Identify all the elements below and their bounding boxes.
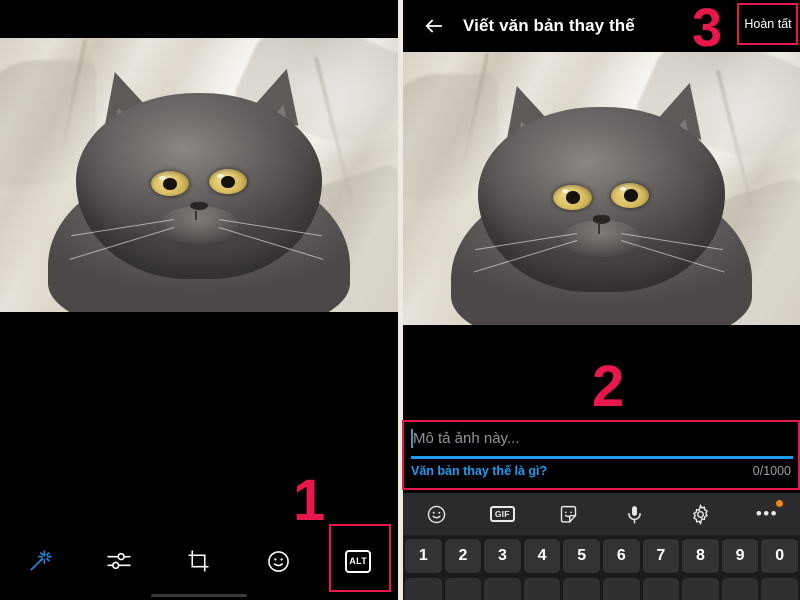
adjust-sliders-button[interactable] [80, 530, 160, 592]
cat-pupil [163, 177, 178, 191]
sticker-emoji-icon [268, 550, 289, 572]
system-nav-hint [0, 592, 398, 600]
adjust-sliders-icon [107, 552, 132, 570]
cat-eye-right [208, 169, 248, 195]
back-arrow-icon[interactable] [423, 15, 445, 37]
keyboard-number-row: 1234567890 [405, 539, 798, 573]
more-options-button[interactable]: ••• [734, 493, 800, 535]
annotation-box-alt-input [402, 420, 800, 490]
magic-wand-icon [30, 550, 52, 571]
keyboard-key-1[interactable]: 1 [405, 539, 442, 573]
crop-button[interactable] [159, 530, 239, 592]
cat-eye-glint [217, 173, 224, 178]
photo-preview-left[interactable] [0, 38, 398, 312]
keyboard-key[interactable] [563, 578, 600, 600]
emoji-button[interactable] [403, 493, 469, 535]
sticker-icon [560, 505, 577, 523]
keyboard-key-6[interactable]: 6 [602, 539, 640, 573]
keyboard-second-row [405, 578, 798, 600]
keyboard-toolbar: GIF ••• [403, 493, 800, 535]
keyboard-key-8[interactable]: 8 [682, 539, 719, 573]
magic-wand-button[interactable] [0, 530, 80, 592]
screenshot-root: ALT Viết văn bản thay thế Mô tả ảnh này.… [0, 0, 800, 600]
annotation-step-3: 3 [692, 0, 723, 58]
keyboard-key-4[interactable]: 4 [523, 539, 561, 573]
cat-muzzle [159, 206, 239, 244]
cat-head [473, 106, 725, 293]
annotation-step-2: 2 [592, 354, 625, 419]
keyboard-key[interactable] [682, 578, 719, 600]
keyboard-key[interactable] [484, 578, 521, 600]
keyboard-key-0[interactable]: 0 [761, 539, 798, 573]
gear-settings-icon [693, 503, 709, 525]
keyboard-key-2[interactable]: 2 [444, 539, 482, 573]
gif-button[interactable]: GIF [469, 493, 535, 535]
cat-nose [592, 215, 611, 224]
keyboard-key[interactable] [523, 578, 561, 600]
cat-eye-right [611, 182, 650, 208]
keyboard-key[interactable] [602, 578, 640, 600]
cat-pupil [623, 189, 638, 202]
microphone-icon [628, 505, 641, 523]
cat-eye-left [553, 184, 592, 210]
microphone-button[interactable] [602, 493, 668, 535]
cat-mouth [195, 211, 198, 221]
cat-eye-glint [159, 175, 166, 180]
gif-icon: GIF [489, 506, 515, 522]
keyboard-key-5[interactable]: 5 [563, 539, 600, 573]
notification-badge-icon [776, 500, 784, 507]
left-phone-panel: ALT [0, 0, 398, 600]
keyboard-key[interactable] [761, 578, 798, 600]
keyboard-key-9[interactable]: 9 [721, 539, 759, 573]
keyboard-key[interactable] [405, 578, 442, 600]
cat-muzzle [562, 219, 641, 257]
photo-preview-right[interactable] [403, 52, 800, 325]
onscreen-keyboard: 1234567890 [403, 535, 800, 600]
cat-eye-left [150, 171, 190, 197]
keyboard-key[interactable] [642, 578, 680, 600]
more-options-icon: ••• [755, 504, 778, 523]
cat-pupil [221, 175, 236, 189]
annotation-step-1: 1 [293, 468, 326, 533]
cat-pupil [566, 191, 580, 204]
keyboard-settings-button[interactable] [668, 493, 734, 535]
page-title: Viết văn bản thay thế [463, 16, 635, 35]
annotation-box-alt-button [329, 524, 391, 592]
keyboard-key-7[interactable]: 7 [642, 539, 680, 573]
crop-icon [188, 549, 210, 572]
home-indicator [151, 594, 247, 597]
keyboard-key[interactable] [721, 578, 759, 600]
keyboard-key-3[interactable]: 3 [484, 539, 521, 573]
emoji-smiley-icon [427, 505, 445, 523]
annotation-box-done-button [737, 3, 798, 45]
sticker-emoji-button[interactable] [239, 530, 319, 592]
sticker-button[interactable] [535, 493, 601, 535]
keyboard-key[interactable] [444, 578, 482, 600]
cat-head [70, 92, 323, 280]
cat-mouth [597, 224, 600, 234]
